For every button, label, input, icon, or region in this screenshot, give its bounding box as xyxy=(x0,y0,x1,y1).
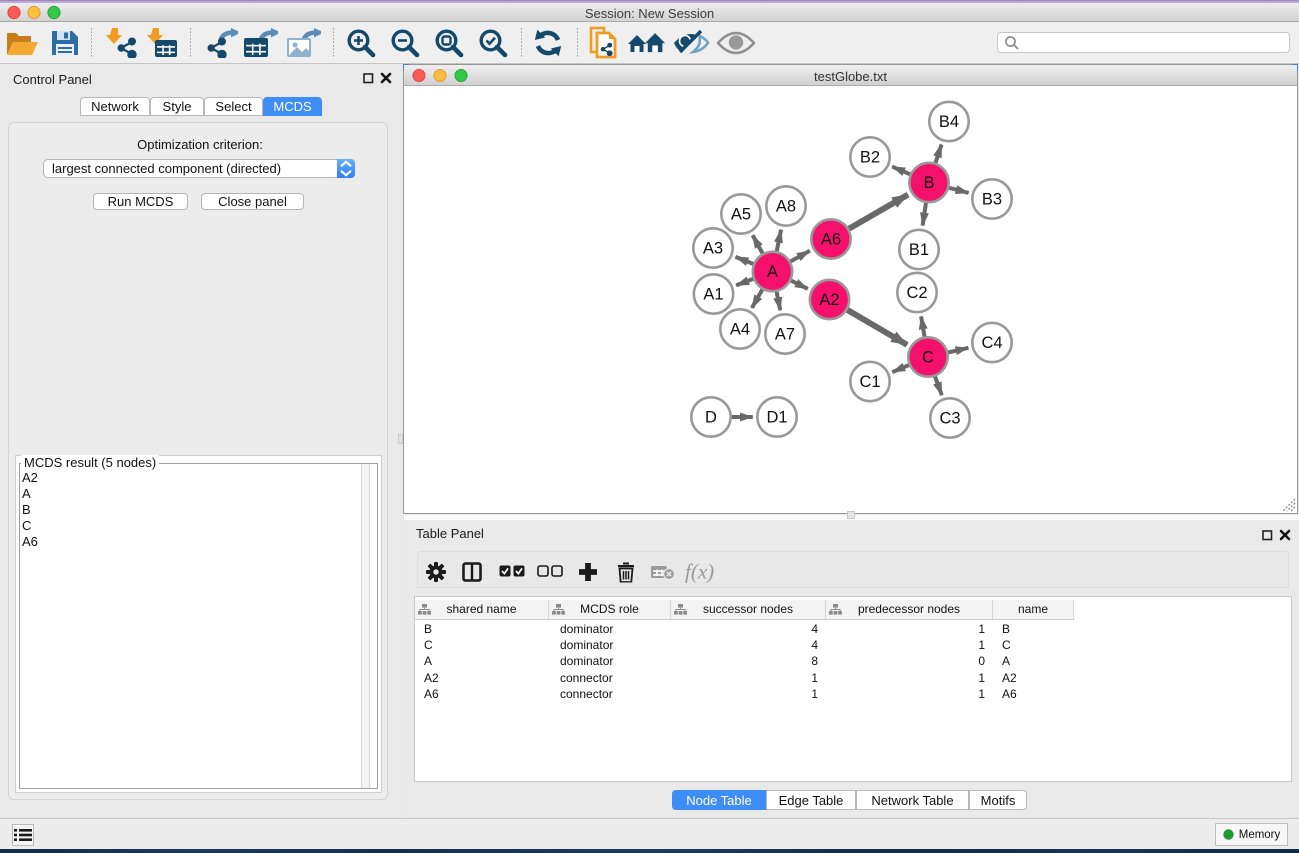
svg-text:A6: A6 xyxy=(821,231,841,249)
svg-text:A: A xyxy=(767,263,778,281)
svg-text:B3: B3 xyxy=(982,191,1002,209)
svg-text:D: D xyxy=(705,409,717,427)
svg-text:C3: C3 xyxy=(939,410,960,428)
svg-text:B: B xyxy=(923,174,934,192)
svg-text:A2: A2 xyxy=(819,291,839,309)
svg-text:C: C xyxy=(922,349,934,367)
svg-text:A8: A8 xyxy=(776,198,796,216)
svg-text:B2: B2 xyxy=(860,149,880,167)
svg-text:C1: C1 xyxy=(859,373,880,391)
svg-text:D1: D1 xyxy=(766,409,787,427)
svg-text:A4: A4 xyxy=(730,321,750,339)
svg-text:A5: A5 xyxy=(731,206,751,224)
svg-text:C2: C2 xyxy=(906,284,927,302)
svg-text:A1: A1 xyxy=(703,286,723,304)
svg-text:A3: A3 xyxy=(703,240,723,258)
svg-text:A7: A7 xyxy=(775,326,795,344)
svg-text:C4: C4 xyxy=(981,334,1002,352)
svg-text:B1: B1 xyxy=(909,241,929,259)
svg-text:B4: B4 xyxy=(939,113,959,131)
